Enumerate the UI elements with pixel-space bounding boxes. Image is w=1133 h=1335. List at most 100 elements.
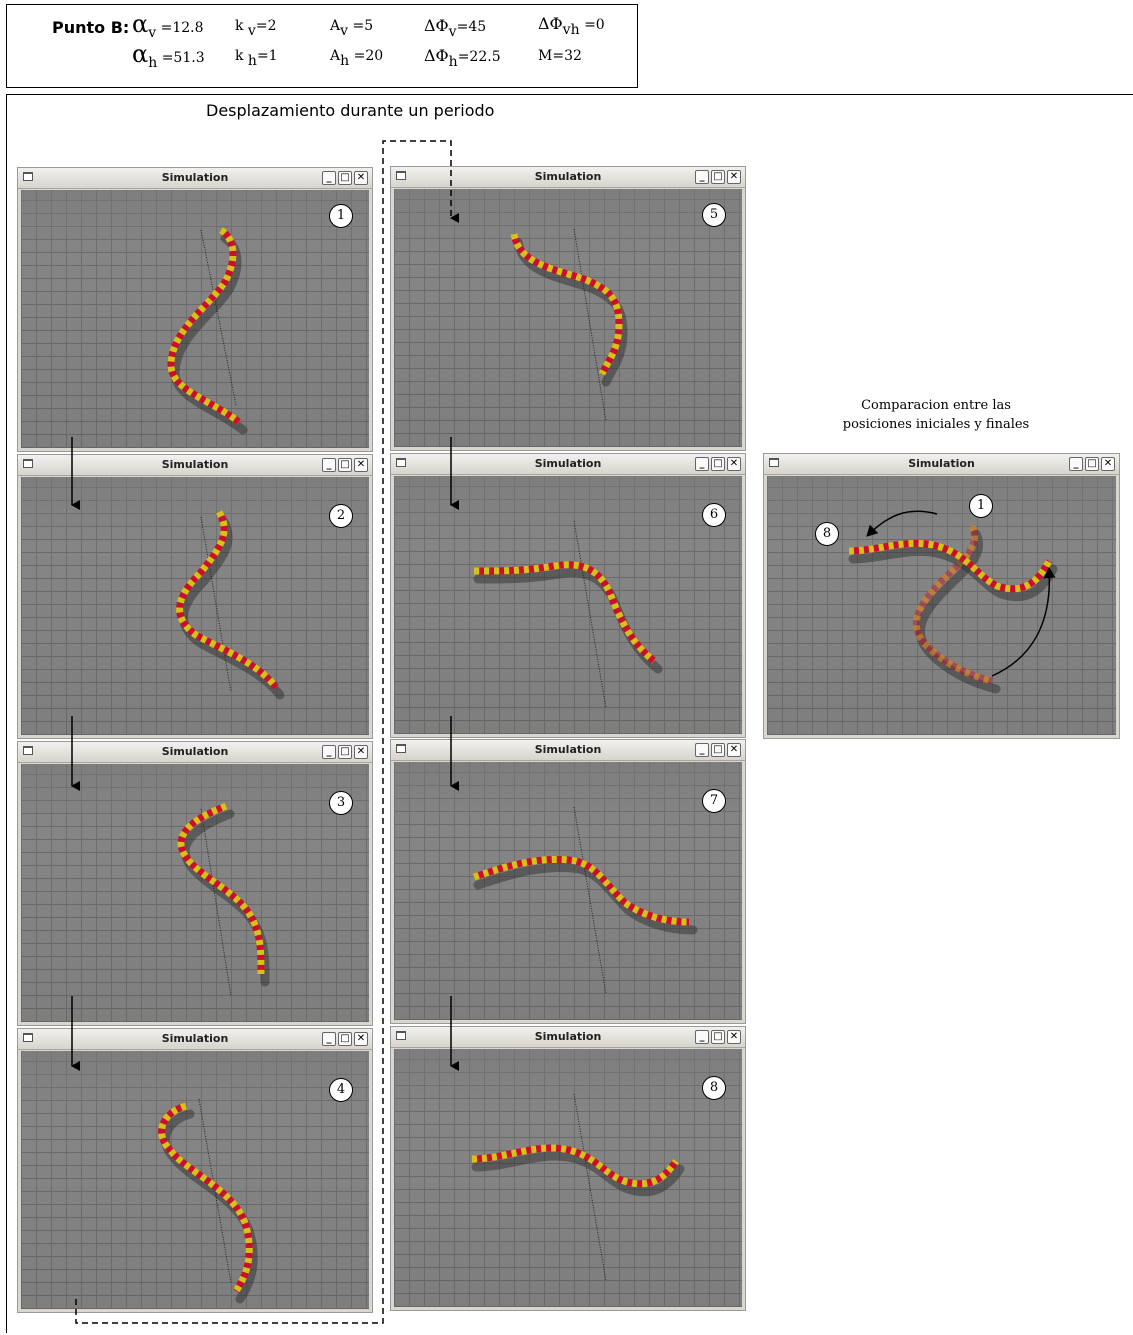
window-title: Simulation: [161, 458, 229, 471]
simulation-window: Simulation _ □ ✕ 1: [17, 167, 373, 452]
minimize-icon[interactable]: _: [322, 745, 336, 759]
window-title: Simulation: [908, 457, 975, 470]
window-titlebar[interactable]: Simulation _ □ ✕: [391, 454, 745, 475]
snake-shadow: [180, 809, 270, 987]
simulation-window: Simulation _ □ ✕ 8: [390, 1026, 746, 1311]
param-k-h: k h=1: [235, 48, 278, 69]
period-title: Desplazamiento durante un periodo: [206, 101, 495, 120]
trajectory-line: [573, 520, 607, 709]
simulation-viewport: 8: [394, 1049, 742, 1307]
maximize-icon[interactable]: □: [711, 1030, 725, 1044]
minimize-icon[interactable]: _: [322, 171, 336, 185]
snake-shadow: [179, 515, 285, 700]
simulation-window: Simulation _ □ ✕ 2: [17, 454, 373, 739]
window-title: Simulation: [534, 743, 602, 756]
window-titlebar[interactable]: Simulation _ □ ✕: [18, 168, 372, 189]
frame-number: 8: [702, 1076, 726, 1100]
simulation-window: Simulation _ □ ✕ 7: [390, 739, 746, 1024]
close-icon[interactable]: ✕: [354, 171, 368, 185]
minimize-icon[interactable]: _: [322, 1032, 336, 1046]
param-a-v: Av =5: [330, 18, 374, 39]
maximize-icon[interactable]: □: [711, 457, 725, 471]
param-k-v: k v=2: [235, 18, 277, 39]
window-titlebar[interactable]: Simulation _ □ ✕: [764, 454, 1119, 475]
param-m: M=32: [538, 48, 582, 64]
end-position-label: 8: [815, 522, 839, 546]
minimize-icon[interactable]: _: [695, 457, 709, 471]
frame-number: 1: [329, 204, 353, 228]
comparison-caption: Comparacion entre las posiciones inicial…: [786, 396, 1086, 434]
window-title: Simulation: [161, 171, 229, 184]
start-position-label: 1: [969, 494, 993, 518]
maximize-icon[interactable]: □: [711, 743, 725, 757]
window-title: Simulation: [534, 1030, 602, 1043]
minimize-icon[interactable]: _: [1069, 457, 1083, 471]
window-titlebar[interactable]: Simulation _ □ ✕: [391, 1027, 745, 1048]
param-dphi-vh: ΔΦvh =0: [538, 14, 605, 38]
window-titlebar[interactable]: Simulation _ □ ✕: [18, 742, 372, 763]
simulation-viewport: 18: [767, 476, 1116, 735]
maximize-icon[interactable]: □: [338, 745, 352, 759]
window-title: Simulation: [161, 745, 229, 758]
close-icon[interactable]: ✕: [727, 170, 741, 184]
param-alpha-h: αh =51.3: [132, 40, 205, 71]
snake-shadow: [471, 1151, 685, 1197]
window-titlebar[interactable]: Simulation _ □ ✕: [18, 455, 372, 476]
close-icon[interactable]: ✕: [1101, 457, 1115, 471]
simulation-viewport: 7: [394, 762, 742, 1020]
close-icon[interactable]: ✕: [354, 1032, 368, 1046]
frame-number: 7: [702, 789, 726, 813]
simulation-window: Simulation _ □ ✕ 3: [17, 741, 373, 1026]
trajectory-line: [573, 1093, 607, 1282]
close-icon[interactable]: ✕: [727, 457, 741, 471]
simulation-window: Simulation _ □ ✕ 6: [390, 453, 746, 738]
simulation-viewport: 1: [21, 190, 369, 448]
minimize-icon[interactable]: _: [695, 1030, 709, 1044]
frame-number: 4: [329, 1078, 353, 1102]
trajectory-line: [573, 806, 607, 995]
param-a-h: Ah =20: [330, 48, 384, 69]
window-titlebar[interactable]: Simulation _ □ ✕: [391, 740, 745, 761]
param-dphi-h: ΔΦh=22.5: [424, 46, 501, 70]
snake-shadow: [161, 1109, 258, 1304]
window-titlebar[interactable]: Simulation _ □ ✕: [18, 1029, 372, 1050]
trajectory-line: [573, 228, 607, 422]
frame-number: 6: [702, 503, 726, 527]
maximize-icon[interactable]: □: [338, 458, 352, 472]
minimize-icon[interactable]: _: [695, 170, 709, 184]
window-title: Simulation: [534, 457, 602, 470]
close-icon[interactable]: ✕: [354, 458, 368, 472]
param-title: Punto B:: [52, 18, 130, 37]
frame-number: 5: [702, 203, 726, 227]
simulation-viewport: 5: [394, 189, 742, 447]
simulation-viewport: 3: [21, 764, 369, 1022]
maximize-icon[interactable]: □: [338, 171, 352, 185]
param-dphi-v: ΔΦv=45: [424, 16, 487, 40]
comparison-window: Simulation _ □ ✕ 1 8: [763, 453, 1120, 739]
snake-body: [510, 233, 623, 376]
simulation-window: Simulation _ □ ✕ 4: [17, 1028, 373, 1313]
minimize-icon[interactable]: _: [322, 458, 336, 472]
simulation-window: Simulation _ □ ✕ 5: [390, 166, 746, 451]
param-alpha-v: αv =12.8: [132, 10, 204, 41]
window-titlebar[interactable]: Simulation _ □ ✕: [391, 167, 745, 188]
maximize-icon[interactable]: □: [711, 170, 725, 184]
comparison-arrow: [991, 567, 1056, 677]
comparison-arrow: [866, 510, 938, 537]
simulation-viewport: 4: [21, 1051, 369, 1309]
maximize-icon[interactable]: □: [338, 1032, 352, 1046]
comparison-caption-line1: Comparacion entre las: [861, 398, 1011, 413]
close-icon[interactable]: ✕: [727, 743, 741, 757]
snake-shadow: [473, 568, 663, 674]
close-icon[interactable]: ✕: [354, 745, 368, 759]
frame-number: 2: [329, 504, 353, 528]
window-title: Simulation: [534, 170, 602, 183]
frame-number: 3: [329, 791, 353, 815]
maximize-icon[interactable]: □: [1085, 457, 1099, 471]
minimize-icon[interactable]: _: [695, 743, 709, 757]
comparison-caption-line2: posiciones iniciales y finales: [842, 417, 1030, 432]
simulation-viewport: 2: [21, 477, 369, 735]
window-title: Simulation: [161, 1032, 229, 1045]
trajectory-line: [200, 808, 232, 997]
close-icon[interactable]: ✕: [727, 1030, 741, 1044]
